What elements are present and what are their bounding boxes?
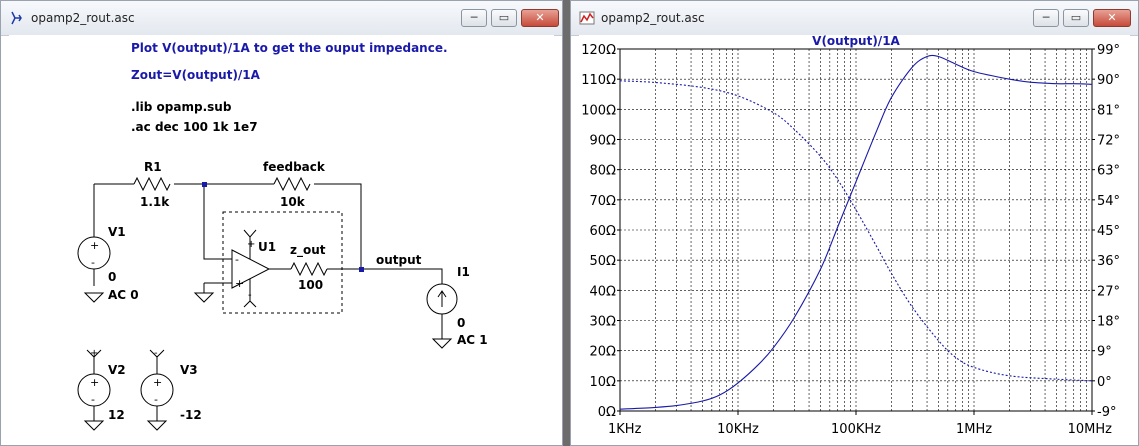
y-left-tick-label: 0Ω (598, 405, 616, 420)
plot-pane[interactable]: 0Ω 10Ω 20Ω 30Ω 40Ω 50Ω 60Ω 70Ω 80Ω 90Ω 100Ω 110Ω 120… (579, 35, 1130, 445)
window-title: opamp2_rout.asc (31, 11, 135, 25)
directive-ac[interactable]: .ac dec 100 1k 1e7 (131, 120, 258, 134)
zout-resistor-value[interactable]: 100 (298, 278, 323, 292)
v3-value[interactable]: -12 (180, 408, 202, 422)
r1-name[interactable]: R1 (144, 160, 162, 174)
y-right-tick-label: 27° (1097, 284, 1120, 299)
zout-resistor-name[interactable]: z_out (290, 243, 326, 258)
v1-name[interactable]: V1 (108, 225, 126, 239)
schematic-canvas[interactable]: + - + - + - - + + - + - Plot V(output)/1… (9, 35, 554, 445)
opamp-name[interactable]: U1 (258, 240, 276, 254)
x-tick-label: 10MHz (1068, 422, 1113, 437)
y-left-tick-label: 10Ω (590, 375, 617, 390)
title-bar[interactable]: opamp2_rout.asc ─ ▭ ✕ (571, 1, 1138, 36)
y-left-tick-label: 60Ω (590, 224, 617, 239)
opamp-vplus-mark: + (247, 239, 255, 250)
y-right-tick-label: 99° (1097, 43, 1120, 58)
y-right-tick-label: 9° (1097, 345, 1112, 360)
y-left-tick-label: 100Ω (581, 103, 616, 118)
y-left-tick-label: 70Ω (590, 194, 617, 209)
v3-minus-mark: - (154, 393, 158, 406)
v2-supply-plus-mark: + (90, 348, 98, 359)
window-title: opamp2_rout.asc (601, 11, 705, 25)
maximize-button[interactable]: ▭ (491, 9, 517, 27)
y-right-tick-label: 0° (1097, 375, 1112, 390)
close-button[interactable]: ✕ (521, 9, 559, 27)
y-left-tick-label: 120Ω (581, 43, 616, 58)
output-net-label[interactable]: output (376, 253, 422, 267)
i1-ac-value[interactable]: AC 1 (457, 333, 488, 347)
v3-name[interactable]: V3 (180, 363, 198, 377)
x-tick-label: 10KHz (717, 422, 759, 437)
v1-ac-value[interactable]: AC 0 (108, 288, 139, 302)
y-left-tick-label: 80Ω (590, 164, 617, 179)
v3-supply-minus-mark: - (154, 348, 158, 359)
y-right-tick-label: 36° (1097, 254, 1120, 269)
waveform-app-icon (579, 11, 595, 25)
v2-name[interactable]: V2 (108, 363, 126, 377)
directive-plot-note[interactable]: Plot V(output)/1A to get the ouput imped… (131, 41, 448, 55)
schematic-window: opamp2_rout.asc ─ ▭ ✕ + - + - + - - + + … (0, 0, 563, 446)
x-tick-label: 1MHz (956, 422, 992, 437)
y-right-tick-label: 90° (1097, 73, 1120, 88)
plot-window: opamp2_rout.asc ─ ▭ ✕ 0Ω 10Ω 20Ω 30Ω 40Ω 50Ω 6… (570, 0, 1139, 446)
directive-zout-note[interactable]: Zout=V(output)/1A (131, 68, 261, 82)
x-tick-label: 1KHz (608, 422, 642, 437)
feedback-resistor-value[interactable]: 10k (280, 195, 306, 209)
y-right-tick-label: 81° (1097, 103, 1120, 118)
i1-name[interactable]: I1 (457, 265, 470, 279)
y-right-tick-label: 18° (1097, 315, 1120, 330)
directive-lib[interactable]: .lib opamp.sub (131, 100, 232, 114)
opamp-plus-input-mark: + (235, 277, 244, 290)
minimize-button[interactable]: ─ (1033, 9, 1059, 27)
plot-traces (619, 54, 1093, 410)
plot-title[interactable]: V(output)/1A (812, 35, 900, 48)
schematic-drawing[interactable]: + - + - + - - + + - + - Plot V(output)/1… (9, 35, 554, 445)
opamp-minus-input-mark: - (235, 253, 239, 266)
v2-minus-mark: - (91, 393, 95, 406)
x-tick-label: 100KHz (831, 422, 881, 437)
feedback-resistor-name[interactable]: feedback (263, 160, 326, 174)
v1-value[interactable]: 0 (108, 270, 116, 284)
y-left-tick-label: 20Ω (590, 345, 617, 360)
title-bar[interactable]: opamp2_rout.asc ─ ▭ ✕ (1, 1, 562, 36)
v1-plus-mark: + (90, 239, 99, 252)
v3-plus-mark: + (153, 376, 162, 389)
y-left-tick-label: 90Ω (590, 134, 617, 149)
y-left-tick-label: 110Ω (581, 73, 616, 88)
y-left-tick-label: 30Ω (590, 315, 617, 330)
close-button[interactable]: ✕ (1093, 9, 1131, 27)
magnitude-trace[interactable] (619, 54, 1093, 410)
y-left-tick-label: 50Ω (590, 254, 617, 269)
y-right-tick-label: 54° (1097, 194, 1120, 209)
minimize-button[interactable]: ─ (461, 9, 487, 27)
y-right-tick-label: 63° (1097, 164, 1120, 179)
y-right-tick-label: -9° (1097, 405, 1116, 420)
maximize-button[interactable]: ▭ (1063, 9, 1089, 27)
r1-value[interactable]: 1.1k (140, 195, 170, 209)
schematic-app-icon (11, 11, 22, 25)
v1-minus-mark: - (91, 256, 95, 269)
i1-value[interactable]: 0 (457, 316, 465, 330)
bode-plot[interactable]: 0Ω 10Ω 20Ω 30Ω 40Ω 50Ω 60Ω 70Ω 80Ω 90Ω 100Ω 110Ω 120… (579, 35, 1130, 445)
y-right-tick-label: 45° (1097, 224, 1120, 239)
y-left-tick-label: 40Ω (590, 284, 617, 299)
opamp-vminus-mark: - (248, 290, 252, 301)
v2-plus-mark: + (90, 376, 99, 389)
y-right-tick-label: 72° (1097, 134, 1120, 149)
plot-grid (619, 48, 1092, 412)
v2-value[interactable]: 12 (108, 408, 125, 422)
